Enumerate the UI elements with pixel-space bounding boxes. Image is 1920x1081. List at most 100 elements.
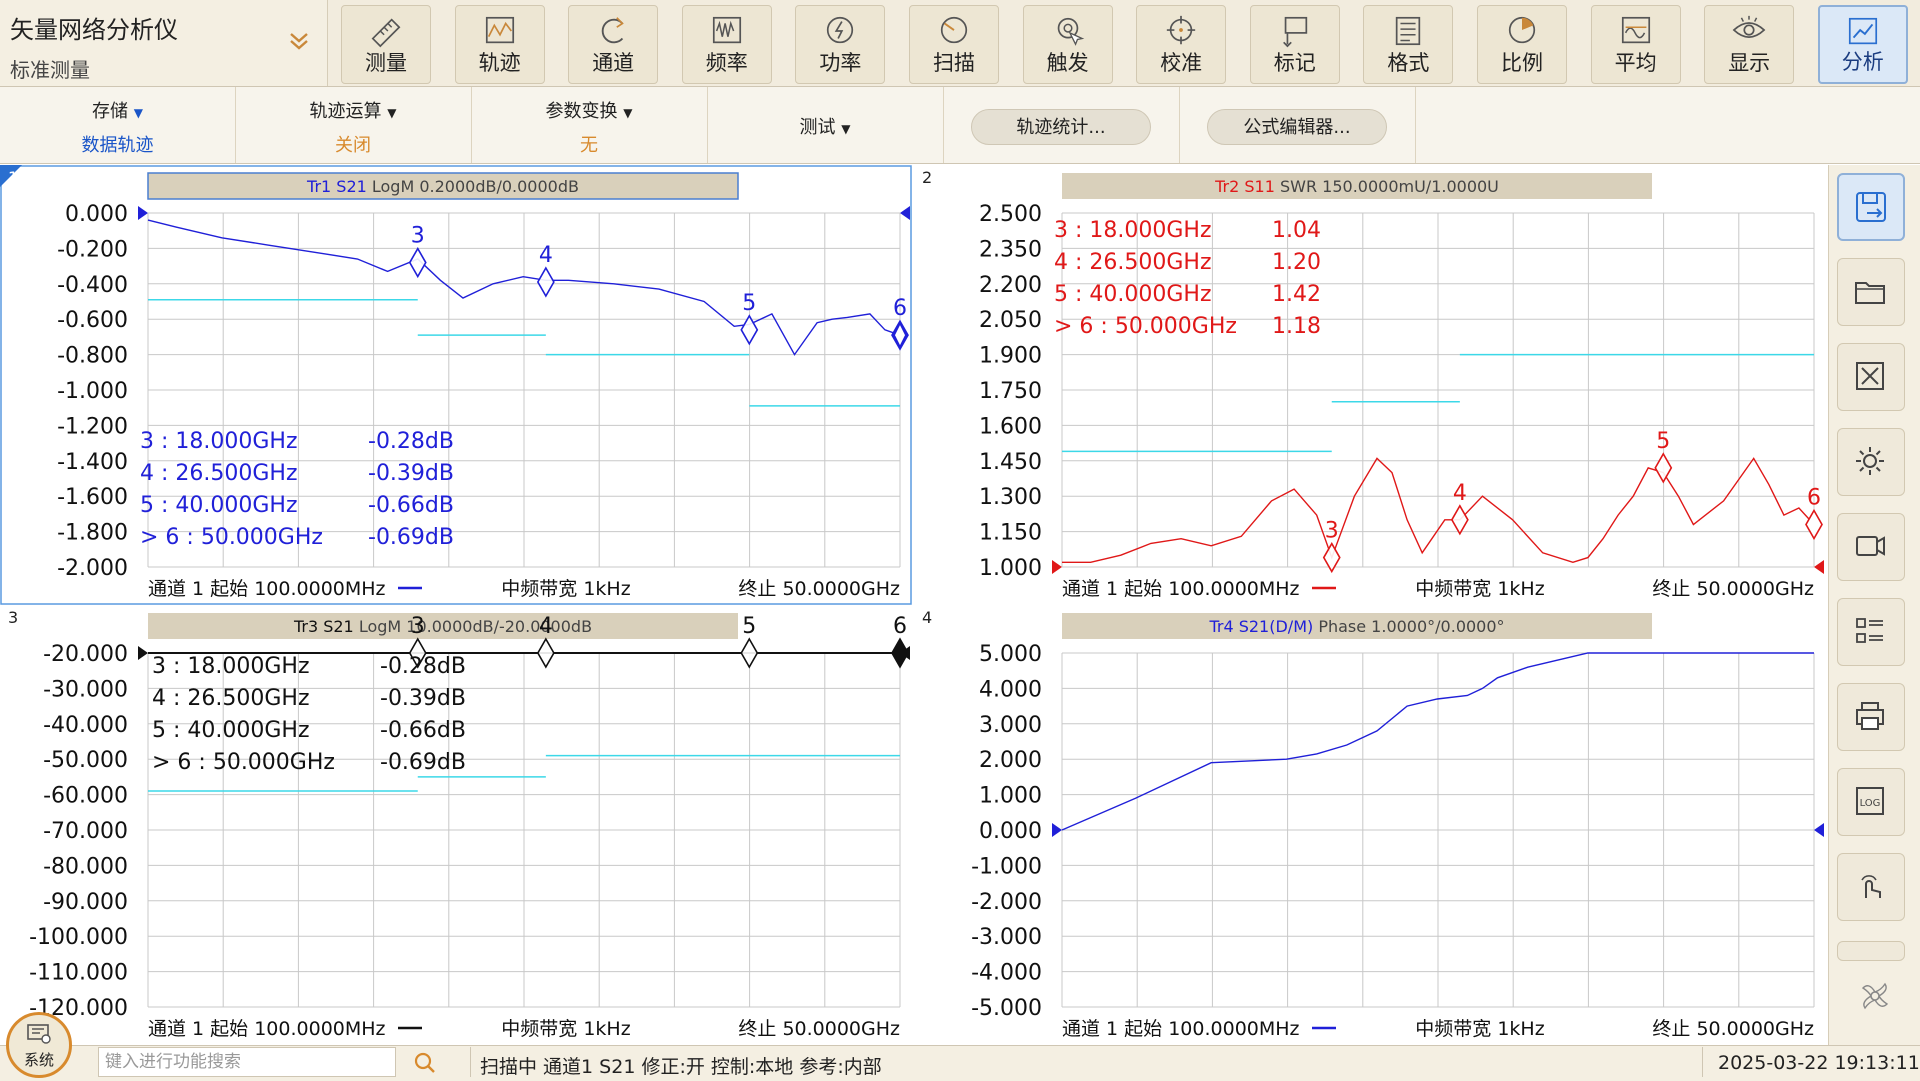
storage-menu[interactable]: 存储 ▼ 数据轨迹	[0, 87, 236, 163]
marker-label-6: 6	[893, 296, 907, 321]
marker-6[interactable]	[891, 637, 909, 669]
marker-row-5: 5 : 40.000GHz	[140, 493, 298, 518]
sidebar-button-folder-open[interactable]	[1837, 258, 1905, 326]
reference-left-arrow[interactable]	[138, 206, 148, 220]
settings-gear-icon	[1856, 447, 1884, 475]
system-button[interactable]: 系统	[6, 1012, 72, 1078]
sidebar-button-save-trace[interactable]	[1837, 173, 1905, 241]
reference-left-arrow[interactable]	[1052, 560, 1062, 574]
recording-icon	[1856, 536, 1885, 556]
toolbar-button-label: 标记	[1273, 51, 1316, 75]
y-tick-label: 0.000	[65, 202, 128, 227]
measure-mode: 标准测量	[10, 58, 90, 82]
trace-panel-3[interactable]: 3 Tr3 S21 LogM 10.0000dB/-20.0000dB -20.00…	[0, 605, 912, 1045]
toolbar-button-ruler[interactable]: 测量	[341, 5, 431, 84]
marker-row-4: 4 : 26.500GHz	[152, 686, 310, 711]
footer-stop: 终止 50.0000GHz	[1652, 578, 1814, 600]
chart-svg: 2 Tr2 S11 SWR 150.0000mU/1.0000U 2.500 2.35…	[922, 168, 1824, 600]
touch-icon	[1861, 875, 1881, 898]
active-panel-border	[0, 165, 912, 605]
marker-row-6: > 6 : 50.000GHz	[1054, 314, 1237, 339]
toolbar-button-average[interactable]: 平均	[1590, 5, 1681, 84]
y-tick-label: -4.000	[971, 961, 1042, 986]
sidebar-button-touch[interactable]	[1837, 853, 1905, 921]
average-icon	[1621, 16, 1650, 44]
y-tick-label: -20.000	[43, 642, 128, 667]
marker-4[interactable]	[536, 637, 555, 669]
y-tick-label: -1.600	[57, 485, 128, 510]
sidebar-button-screenshot[interactable]	[1837, 343, 1905, 411]
marker-row-3: 3 : 18.000GHz	[152, 654, 310, 679]
reference-left-arrow[interactable]	[138, 646, 148, 660]
toolbar-button-marker[interactable]: 标记	[1249, 5, 1340, 84]
trace-panel-4[interactable]: 4 Tr4 S21(D/M) Phase 1.0000°/0.0000° 5.000…	[914, 605, 1826, 1045]
toolbar-button-calibrate[interactable]: 校准	[1136, 5, 1227, 84]
y-tick-label: -3.000	[971, 925, 1042, 950]
reference-left-arrow[interactable]	[1052, 823, 1062, 837]
log-icon: LOG	[1856, 787, 1884, 815]
analysis-icon	[1848, 17, 1877, 45]
trace-panel-2[interactable]: 2 Tr2 S11 SWR 150.0000mU/1.0000U 2.500 2.35…	[914, 165, 1826, 605]
toolbar-button-channel[interactable]: 通道	[568, 5, 659, 84]
sidebar-button-log[interactable]: LOG	[1837, 768, 1905, 836]
marker-3[interactable]	[408, 246, 427, 279]
status-divider	[470, 1047, 471, 1077]
y-tick-label: -100.000	[29, 925, 128, 950]
marker-5[interactable]	[740, 314, 759, 346]
toolbar-button-power[interactable]: 功率	[795, 5, 886, 84]
search-icon[interactable]	[412, 1050, 438, 1080]
formula-editor-cell: 公式编辑器...	[1179, 87, 1416, 163]
sidebar-button-printer[interactable]	[1837, 683, 1905, 751]
trace-panel-1[interactable]: 1 Tr1 S21 LogM 0.2000dB/0.0000dB 0.000 -0.2…	[0, 165, 912, 605]
chart-svg: 3 Tr3 S21 LogM 10.0000dB/-20.0000dB-20.00…	[8, 608, 910, 1040]
sidebar-button-settings-gear[interactable]	[1837, 428, 1905, 496]
reference-right-arrow[interactable]	[900, 206, 910, 220]
marker-4[interactable]	[1450, 504, 1469, 536]
marker-label-4: 4	[539, 614, 553, 639]
y-tick-label: -1.000	[971, 854, 1042, 879]
formula-editor-button[interactable]: 公式编辑器...	[1207, 109, 1387, 145]
trace-math-menu[interactable]: 轨迹运算 ▼ 关闭	[235, 87, 472, 163]
param-convert-menu[interactable]: 参数变换 ▼ 无	[471, 87, 708, 163]
toolbar-button-format[interactable]: 格式	[1363, 5, 1454, 84]
y-tick-label: 3.000	[979, 713, 1042, 738]
test-menu[interactable]: 测试 ▼	[707, 87, 944, 163]
marker-value-5: -0.66dB	[368, 493, 454, 518]
trace-stats-button[interactable]: 轨迹统计...	[971, 109, 1151, 145]
y-tick-label: -40.000	[43, 713, 128, 738]
toolbar-button-sweep[interactable]: 扫描	[909, 5, 999, 84]
status-text: 扫描中 通道1 S21 修正:开 控制:本地 参考:内部	[480, 1056, 882, 1078]
y-tick-label: 1.750	[979, 379, 1042, 404]
ruler-icon	[371, 18, 401, 48]
collapse-chevron-icon[interactable]	[282, 28, 316, 62]
marker-6[interactable]	[1805, 508, 1823, 541]
trace-math-label: 轨迹运算	[309, 101, 382, 122]
save-trace-icon	[1856, 192, 1886, 222]
reference-right-arrow[interactable]	[1814, 823, 1824, 837]
marker-5[interactable]	[740, 637, 759, 669]
chart-svg: 1 Tr1 S21 LogM 0.2000dB/0.0000dB 0.000 -0.2…	[0, 165, 912, 605]
marker-value-4: -0.39dB	[380, 686, 466, 711]
marker-label-6: 6	[1807, 486, 1821, 511]
function-search-input[interactable]: 键入进行功能搜索	[98, 1047, 396, 1077]
sidebar-button-recording[interactable]	[1837, 513, 1905, 581]
reference-right-arrow[interactable]	[1814, 560, 1824, 574]
sidebar-button-list[interactable]	[1837, 598, 1905, 666]
toolbar-button-analysis[interactable]: 分析	[1817, 5, 1908, 84]
trace-math-value: 关闭	[335, 135, 371, 156]
marker-row-6: > 6 : 50.000GHz	[152, 750, 335, 775]
toolbar-button-frequency[interactable]: 频率	[681, 5, 772, 84]
param-convert-value: 无	[580, 135, 598, 156]
toolbar-button-display[interactable]: 显示	[1704, 5, 1795, 84]
footer-ifbw: 中频带宽 1kHz	[1415, 1018, 1544, 1040]
toolbar-button-scale[interactable]: 比例	[1477, 5, 1567, 84]
sidebar-button-more[interactable]	[1837, 941, 1905, 961]
y-tick-label: -0.600	[57, 308, 128, 333]
marker-4[interactable]	[536, 266, 555, 298]
toolbar-button-trace[interactable]: 轨迹	[454, 5, 545, 84]
marker-5[interactable]	[1654, 452, 1673, 484]
system-label: 系统	[23, 1051, 54, 1069]
hub-icon[interactable]	[1859, 980, 1891, 1016]
toolbar-button-trigger[interactable]: 触发	[1022, 5, 1113, 84]
right-sidebar: LOG	[1828, 165, 1920, 1045]
